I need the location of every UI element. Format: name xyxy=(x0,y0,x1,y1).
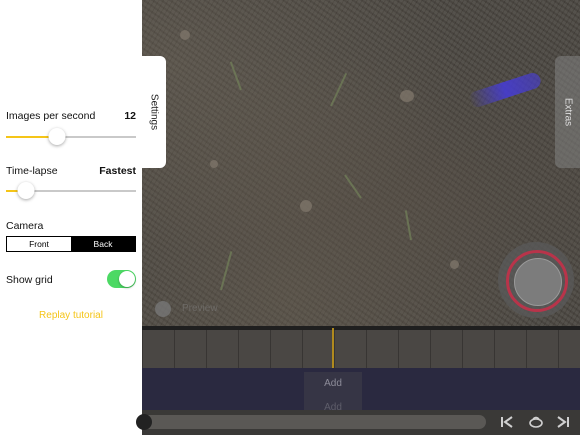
onion-skin-icon[interactable] xyxy=(526,412,546,432)
images-per-second-value: 12 xyxy=(124,110,136,122)
slider-thumb[interactable] xyxy=(48,128,66,145)
settings-tab-label: Settings xyxy=(148,93,160,131)
replay-tutorial-link[interactable]: Replay tutorial xyxy=(0,310,142,321)
frame-timeline[interactable] xyxy=(142,330,580,368)
shutter-button-icon[interactable] xyxy=(498,242,574,318)
shutter-core xyxy=(514,258,562,306)
playhead[interactable] xyxy=(332,328,334,368)
images-per-second-slider[interactable] xyxy=(6,128,136,145)
camera-back-option[interactable]: Back xyxy=(71,237,135,251)
purple-streak xyxy=(467,70,543,110)
add-label: Add xyxy=(324,378,342,389)
time-lapse-label: Time-lapse xyxy=(6,165,58,177)
slider-thumb[interactable] xyxy=(17,182,34,199)
show-grid-toggle[interactable] xyxy=(107,270,136,288)
grass-blade xyxy=(404,210,412,241)
scrubber-thumb[interactable] xyxy=(136,414,152,430)
settings-tab[interactable]: Settings xyxy=(142,56,166,168)
skip-to-start-icon[interactable] xyxy=(497,412,517,432)
time-lapse-slider[interactable] xyxy=(6,182,136,199)
settings-panel: Images per second 12 Time-lapse Fastest … xyxy=(0,0,142,435)
camera-segmented-control[interactable]: Front Back xyxy=(6,236,136,252)
grass-blade xyxy=(330,72,348,107)
show-grid-label: Show grid xyxy=(6,274,53,286)
pebble xyxy=(450,260,459,269)
preview-label: Preview xyxy=(182,303,218,314)
pebble xyxy=(400,90,414,102)
preview-toggle-icon[interactable] xyxy=(155,301,171,317)
grass-blade xyxy=(220,251,233,291)
pebble xyxy=(180,30,190,40)
extras-tab[interactable]: Extras xyxy=(555,56,580,168)
images-per-second-label: Images per second xyxy=(6,110,96,122)
toggle-knob xyxy=(119,271,135,287)
time-lapse-value: Fastest xyxy=(99,165,136,177)
pebble xyxy=(300,200,312,212)
grass-blade xyxy=(229,61,242,91)
scrubber-track[interactable] xyxy=(142,415,486,429)
camera-label: Camera xyxy=(6,220,44,232)
camera-front-option[interactable]: Front xyxy=(7,237,71,251)
extras-tab-label: Extras xyxy=(562,97,573,127)
pebble xyxy=(210,160,218,168)
play-icon[interactable] xyxy=(553,412,573,432)
grass-blade xyxy=(344,174,362,199)
